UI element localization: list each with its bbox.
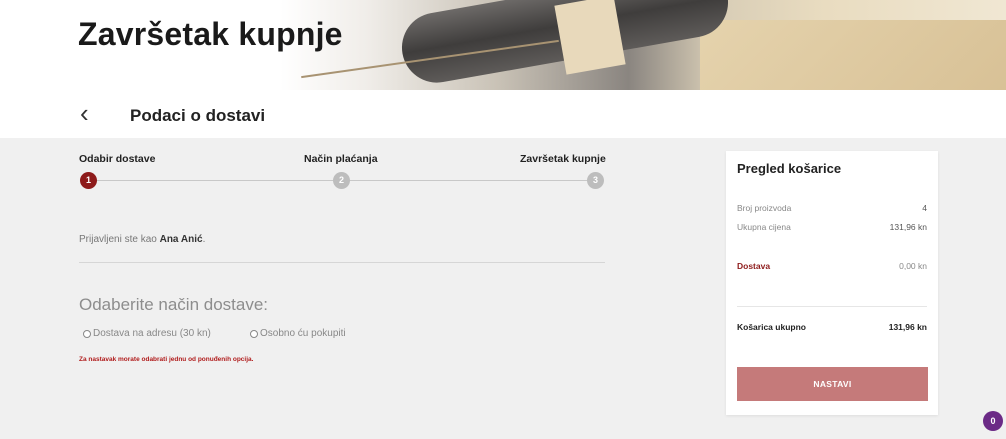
delivery-option-pickup-label[interactable]: Osobno ću pokupiti: [260, 328, 346, 339]
cart-summary: Pregled košarice Broj proizvoda 4 Ukupna…: [726, 151, 938, 415]
cart-divider: [737, 306, 927, 307]
step-label-1: Odabir dostave: [79, 153, 156, 165]
cart-row-price: Ukupna cijena 131,96 kn: [737, 222, 927, 232]
validation-error: Za nastavak morate odabrati jednu od pon…: [79, 356, 254, 363]
delivery-heading: Odaberite način dostave:: [79, 295, 269, 314]
login-prefix: Prijavljeni ste kao: [79, 234, 160, 245]
banner-paper: [700, 20, 1006, 90]
section-title: Podaci o dostavi: [130, 106, 266, 125]
cart-row-delivery: Dostava 0,00 kn: [737, 261, 927, 271]
step-dot-3: 3: [587, 172, 604, 189]
continue-button[interactable]: NASTAVI: [737, 367, 928, 401]
chat-bubble[interactable]: 0: [983, 411, 1003, 431]
delivery-option-address[interactable]: Dostava na adresu (30 kn): [83, 328, 211, 339]
step-label-3: Završetak kupnje: [520, 153, 606, 165]
cart-count-value: 4: [922, 203, 927, 213]
banner-bottle-label: [554, 0, 626, 75]
radio-circle-icon[interactable]: [250, 329, 258, 338]
step-dot-1: 1: [80, 172, 97, 189]
divider: [79, 262, 605, 263]
cart-title: Pregled košarice: [737, 161, 842, 176]
page-title: Završetak kupnje: [78, 16, 343, 52]
hero-banner: Završetak kupnje: [0, 0, 1006, 90]
cart-row-total: Košarica ukupno 131,96 kn: [737, 322, 927, 332]
cart-total-label: Košarica ukupno: [737, 322, 806, 332]
cart-price-value: 131,96 kn: [889, 222, 927, 232]
cart-total-value: 131,96 kn: [888, 322, 927, 332]
cart-delivery-value: 0,00 kn: [899, 261, 927, 271]
cart-row-count: Broj proizvoda 4: [737, 203, 927, 213]
delivery-option-address-label[interactable]: Dostava na adresu (30 kn): [93, 328, 211, 339]
login-status: Prijavljeni ste kao Ana Anić.: [79, 234, 205, 245]
login-suffix: .: [202, 234, 206, 245]
cart-delivery-label: Dostava: [737, 261, 771, 271]
delivery-option-pickup[interactable]: Osobno ću pokupiti: [250, 328, 346, 339]
chevron-left-icon[interactable]: ‹: [80, 100, 89, 126]
step-dot-2: 2: [333, 172, 350, 189]
login-user: Ana Anić: [159, 234, 203, 245]
cart-price-label: Ukupna cijena: [737, 222, 791, 232]
radio-circle-icon[interactable]: [83, 329, 91, 338]
step-label-2: Način plaćanja: [304, 153, 378, 165]
cart-count-label: Broj proizvoda: [737, 203, 792, 213]
